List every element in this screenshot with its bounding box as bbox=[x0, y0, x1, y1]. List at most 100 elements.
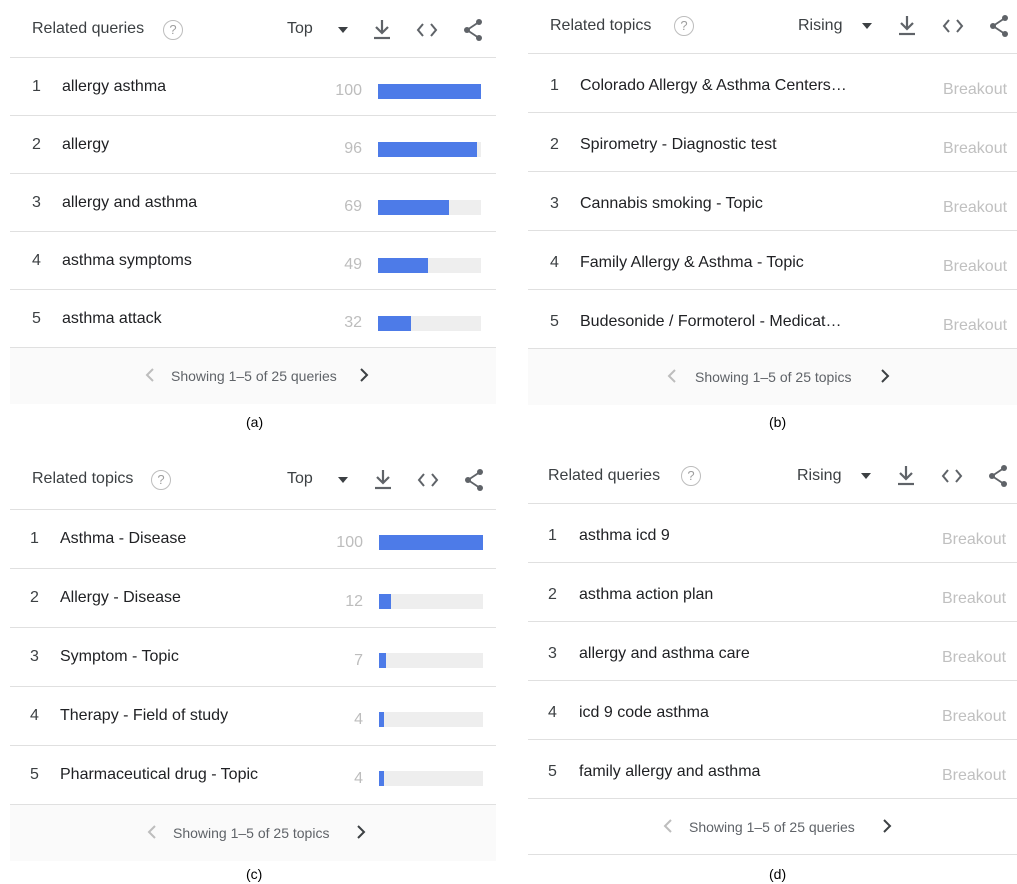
row-label[interactable]: Spirometry - Diagnostic test bbox=[580, 136, 777, 154]
list-item[interactable]: 4 Therapy - Field of study 4 bbox=[10, 687, 496, 746]
list-item[interactable]: 5 Pharmaceutical drug - Topic 4 bbox=[10, 746, 496, 805]
row-label[interactable]: Family Allergy & Asthma - Topic bbox=[580, 254, 804, 272]
share-icon[interactable] bbox=[987, 464, 1009, 488]
row-label[interactable]: allergy and asthma bbox=[62, 194, 197, 212]
download-icon[interactable] bbox=[372, 468, 394, 492]
row-label[interactable]: Budesonide / Formoterol - Medicat… bbox=[580, 313, 841, 331]
help-circle-icon[interactable]: ? bbox=[163, 20, 183, 40]
row-rank: 1 bbox=[32, 78, 41, 95]
row-label[interactable]: asthma symptoms bbox=[62, 252, 192, 270]
breakout-value: Breakout bbox=[942, 767, 1007, 784]
share-icon[interactable] bbox=[463, 468, 485, 492]
row-value: 32 bbox=[344, 314, 362, 331]
row-value: 100 bbox=[335, 82, 362, 99]
row-rank: 4 bbox=[548, 704, 557, 721]
row-label[interactable]: Therapy - Field of study bbox=[60, 707, 228, 725]
download-icon[interactable] bbox=[895, 464, 917, 488]
row-label[interactable]: allergy asthma bbox=[62, 78, 166, 96]
interest-bar bbox=[379, 653, 483, 668]
panel-title: Related topics bbox=[550, 17, 652, 34]
share-icon[interactable] bbox=[462, 18, 484, 42]
pagination: Showing 1–5 of 25 topics bbox=[10, 805, 496, 861]
share-icon[interactable] bbox=[988, 14, 1010, 38]
breakout-value: Breakout bbox=[943, 317, 1008, 334]
panel-header: Related topics ? Rising bbox=[528, 0, 1017, 54]
breakout-value: Breakout bbox=[942, 649, 1007, 666]
chevron-right-icon[interactable] bbox=[878, 367, 892, 385]
row-label[interactable]: asthma attack bbox=[62, 310, 162, 328]
list-item[interactable]: 2 asthma action plan Breakout bbox=[528, 563, 1017, 622]
list-item[interactable]: 1 Asthma - Disease 100 bbox=[10, 510, 496, 569]
sort-dropdown[interactable]: Rising bbox=[797, 467, 841, 485]
list-item[interactable]: 1 asthma icd 9 Breakout bbox=[528, 504, 1017, 563]
list-item[interactable]: 5 Budesonide / Formoterol - Medicat… Bre… bbox=[528, 290, 1017, 349]
row-label[interactable]: Pharmaceutical drug - Topic bbox=[60, 766, 258, 784]
list-item[interactable]: 3 Cannabis smoking - Topic Breakout bbox=[528, 172, 1017, 231]
row-label[interactable]: asthma icd 9 bbox=[579, 527, 670, 545]
breakout-value: Breakout bbox=[943, 81, 1008, 98]
sort-dropdown[interactable]: Top bbox=[287, 20, 313, 38]
embed-code-icon[interactable] bbox=[417, 468, 439, 492]
row-label[interactable]: Colorado Allergy & Asthma Centers… bbox=[580, 77, 847, 95]
row-label[interactable]: Symptom - Topic bbox=[60, 648, 179, 666]
row-label[interactable]: Asthma - Disease bbox=[60, 530, 186, 548]
list-item[interactable]: 3 Symptom - Topic 7 bbox=[10, 628, 496, 687]
caret-down-icon[interactable] bbox=[337, 470, 349, 488]
related-topics-top-panel: Related topics ? Top 1 Asthma - Disease … bbox=[10, 450, 496, 861]
chevron-left-icon[interactable] bbox=[665, 367, 679, 385]
row-label[interactable]: icd 9 code asthma bbox=[579, 704, 709, 722]
embed-code-icon[interactable] bbox=[942, 14, 964, 38]
chevron-right-icon[interactable] bbox=[357, 366, 371, 384]
list-item[interactable]: 5 family allergy and asthma Breakout bbox=[528, 740, 1017, 799]
list-item[interactable]: 4 icd 9 code asthma Breakout bbox=[528, 681, 1017, 740]
related-topics-rising-panel: Related topics ? Rising 1 Colorado Aller… bbox=[528, 0, 1017, 405]
pagination-text: Showing 1–5 of 25 topics bbox=[173, 825, 330, 841]
row-label[interactable]: Cannabis smoking - Topic bbox=[580, 195, 763, 213]
row-label[interactable]: family allergy and asthma bbox=[579, 763, 760, 781]
sort-dropdown[interactable]: Rising bbox=[798, 17, 842, 35]
row-rank: 1 bbox=[30, 530, 39, 547]
download-icon[interactable] bbox=[896, 14, 918, 38]
chevron-right-icon[interactable] bbox=[354, 823, 368, 841]
list-item[interactable]: 4 asthma symptoms 49 bbox=[10, 232, 496, 290]
help-circle-icon[interactable]: ? bbox=[674, 16, 694, 36]
pagination-text: Showing 1–5 of 25 topics bbox=[695, 369, 852, 385]
row-label[interactable]: allergy bbox=[62, 136, 109, 154]
figure-caption: (c) bbox=[246, 866, 263, 882]
row-rank: 2 bbox=[30, 589, 39, 606]
figure-caption: (d) bbox=[769, 866, 787, 882]
chevron-right-icon[interactable] bbox=[880, 817, 894, 835]
list-item[interactable]: 2 Allergy - Disease 12 bbox=[10, 569, 496, 628]
list-item[interactable]: 3 allergy and asthma care Breakout bbox=[528, 622, 1017, 681]
help-circle-icon[interactable]: ? bbox=[681, 466, 701, 486]
pagination-text: Showing 1–5 of 25 queries bbox=[171, 368, 337, 384]
embed-code-icon[interactable] bbox=[416, 18, 438, 42]
list-item[interactable]: 1 allergy asthma 100 bbox=[10, 58, 496, 116]
row-label[interactable]: Allergy - Disease bbox=[60, 589, 181, 607]
row-label[interactable]: asthma action plan bbox=[579, 586, 713, 604]
chevron-left-icon[interactable] bbox=[145, 823, 159, 841]
row-rank: 4 bbox=[550, 254, 559, 271]
chevron-left-icon[interactable] bbox=[143, 366, 157, 384]
list-item[interactable]: 3 allergy and asthma 69 bbox=[10, 174, 496, 232]
caret-down-icon[interactable] bbox=[860, 466, 872, 484]
interest-bar-fill bbox=[379, 653, 387, 668]
list-item[interactable]: 2 Spirometry - Diagnostic test Breakout bbox=[528, 113, 1017, 172]
sort-dropdown[interactable]: Top bbox=[287, 470, 313, 488]
list-item[interactable]: 1 Colorado Allergy & Asthma Centers… Bre… bbox=[528, 54, 1017, 113]
caret-down-icon[interactable] bbox=[337, 20, 349, 38]
breakout-value: Breakout bbox=[943, 199, 1008, 216]
list-item[interactable]: 2 allergy 96 bbox=[10, 116, 496, 174]
caret-down-icon[interactable] bbox=[861, 16, 873, 34]
list-item[interactable]: 5 asthma attack 32 bbox=[10, 290, 496, 348]
chevron-left-icon[interactable] bbox=[661, 817, 675, 835]
row-rank: 3 bbox=[548, 645, 557, 662]
download-icon[interactable] bbox=[371, 18, 393, 42]
embed-code-icon[interactable] bbox=[941, 464, 963, 488]
row-rank: 2 bbox=[32, 136, 41, 153]
help-circle-icon[interactable]: ? bbox=[151, 470, 171, 490]
list-item[interactable]: 4 Family Allergy & Asthma - Topic Breako… bbox=[528, 231, 1017, 290]
related-queries-top-panel: Related queries ? Top 1 allergy asthma 1… bbox=[10, 0, 496, 404]
panel-title: Related queries bbox=[548, 467, 661, 484]
row-label[interactable]: allergy and asthma care bbox=[579, 645, 750, 663]
